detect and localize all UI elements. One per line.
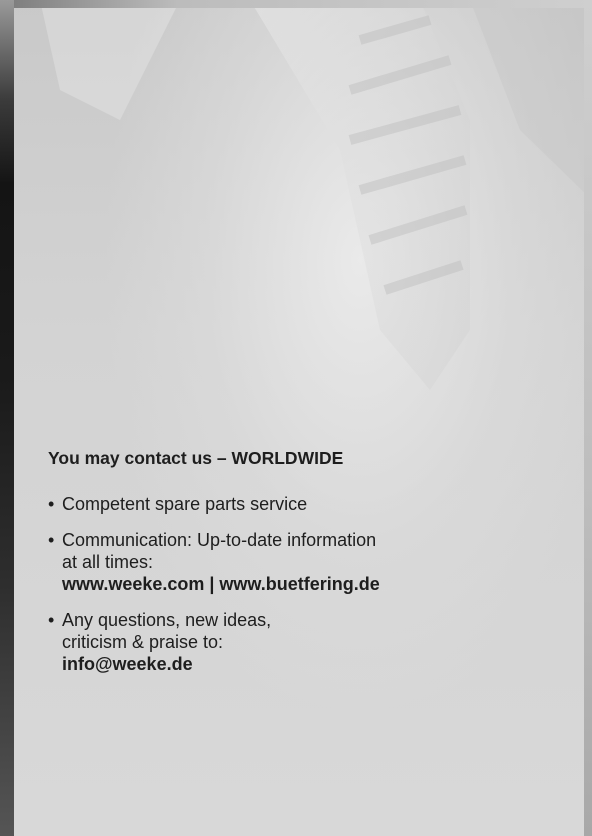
item-text-continued: at all times:	[62, 552, 154, 572]
list-item-feedback: • Any questions, new ideas, criticism & …	[48, 609, 568, 675]
contact-list: • Competent spare parts service • Commun…	[48, 493, 568, 675]
top-edge	[0, 0, 592, 8]
list-item-spare-parts: • Competent spare parts service	[48, 493, 568, 515]
item-text: Any questions, new ideas,	[62, 610, 272, 630]
email-link[interactable]: info@weeke.de	[62, 653, 568, 675]
left-dark-edge	[0, 0, 14, 836]
bullet: •	[48, 610, 55, 630]
bullet: •	[48, 494, 55, 514]
brochure-page: You may contact us – WORLDWIDE • Compete…	[0, 0, 592, 836]
contact-section: You may contact us – WORLDWIDE • Compete…	[48, 448, 568, 689]
right-edge	[584, 0, 592, 836]
contact-heading: You may contact us – WORLDWIDE	[48, 448, 344, 468]
item-text: Competent spare parts service	[62, 494, 308, 514]
item-text: Communication: Up-to-date information	[62, 530, 377, 550]
tie-photo-overlay	[40, 0, 592, 390]
bullet: •	[48, 530, 55, 550]
item-text-continued: criticism & praise to:	[62, 632, 224, 652]
website-links[interactable]: www.weeke.com | www.buetfering.de	[62, 573, 568, 595]
list-item-communication: • Communication: Up-to-date information …	[48, 529, 568, 595]
